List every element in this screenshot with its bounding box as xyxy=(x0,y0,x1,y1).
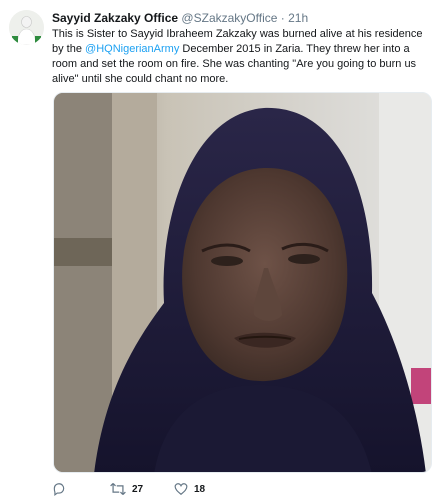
like-count: 18 xyxy=(194,483,206,495)
mention-link[interactable]: @HQNigerianArmy xyxy=(85,43,179,55)
author-handle[interactable]: @SZakzakyOffice xyxy=(181,11,277,25)
photo-of-woman-in-dark-hijab xyxy=(54,93,431,472)
tweet-timestamp[interactable]: 21h xyxy=(288,11,308,25)
retweet-button[interactable]: 27 xyxy=(110,480,143,498)
heart-icon xyxy=(174,483,188,496)
author-avatar[interactable] xyxy=(9,10,44,45)
separator-dot: · xyxy=(280,11,285,25)
like-button[interactable]: 18 xyxy=(174,480,205,498)
tweet-actions: 27 18 xyxy=(52,480,422,498)
tweet-text: This is Sister to Sayyid Ibraheem Zakzak… xyxy=(52,27,434,87)
tweet-header: Sayyid Zakzaky Office @SZakzakyOffice · … xyxy=(52,11,308,27)
profile-picture-icon xyxy=(9,10,44,45)
reply-button[interactable] xyxy=(52,480,66,498)
tweet-card[interactable]: Sayyid Zakzaky Office @SZakzakyOffice · … xyxy=(0,0,438,500)
tweet-photo[interactable] xyxy=(53,92,432,473)
author-name[interactable]: Sayyid Zakzaky Office xyxy=(52,11,178,25)
retweet-count: 27 xyxy=(132,483,144,495)
retweet-icon xyxy=(110,483,126,495)
reply-icon xyxy=(53,483,65,496)
